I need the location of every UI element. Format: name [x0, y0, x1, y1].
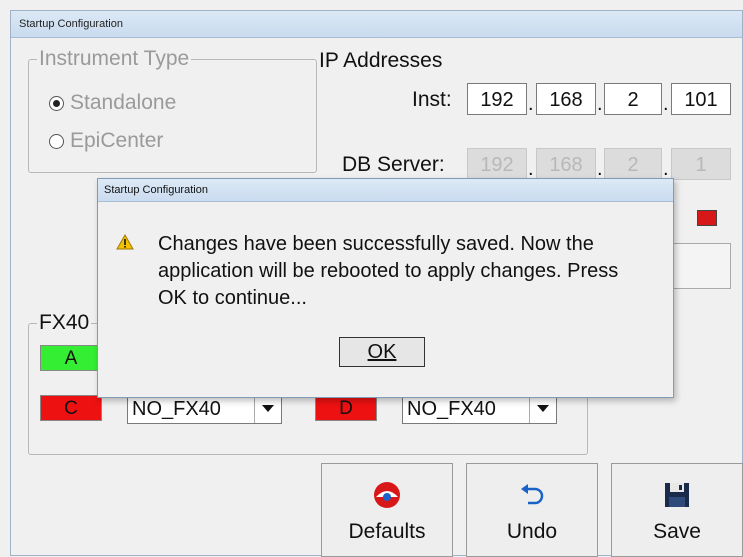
ip-dot: .	[528, 93, 534, 115]
floppy-disk-icon	[612, 480, 742, 510]
message-dialog: Startup Configuration Changes have been …	[97, 178, 674, 398]
fx40-slot-d-value: NO_FX40	[407, 398, 496, 420]
ip-addresses-legend: IP Addresses	[319, 49, 443, 72]
defaults-label: Defaults	[348, 520, 426, 543]
db-ip-octet-3: 2	[604, 148, 662, 180]
warning-icon	[116, 233, 134, 255]
inst-label: Inst:	[412, 88, 452, 111]
radio-standalone-dot[interactable]	[49, 95, 64, 111]
ok-label: OK	[367, 341, 397, 363]
undo-label: Undo	[506, 520, 558, 543]
fx40-slot-c-select[interactable]: NO_FX40	[127, 394, 282, 424]
undo-icon	[467, 480, 597, 510]
ip-dot: .	[597, 93, 603, 115]
ip-dot: .	[663, 93, 669, 115]
fx40-slot-a[interactable]: A	[40, 345, 102, 371]
chevron-down-icon[interactable]	[254, 395, 281, 423]
instrument-type-legend: Instrument Type	[37, 47, 192, 70]
db-ip-octet-4: 1	[671, 148, 731, 180]
radio-epicenter[interactable]: EpiCenter	[49, 129, 163, 153]
undo-button[interactable]: Undo	[466, 463, 598, 557]
radio-standalone[interactable]: Standalone	[49, 91, 176, 115]
db-ip-octet-2: 168	[536, 148, 596, 180]
fx40-slot-c[interactable]: C	[40, 395, 102, 421]
defaults-icon	[322, 480, 452, 510]
side-panel	[671, 243, 731, 289]
save-label: Save	[653, 520, 701, 543]
radio-epicenter-dot[interactable]	[49, 133, 64, 149]
inst-ip-octet-4[interactable]: 101	[671, 83, 731, 115]
save-button[interactable]: Save	[611, 463, 743, 557]
window-title: Startup Configuration	[11, 11, 742, 38]
db-server-label: DB Server:	[342, 153, 445, 176]
fx40-slot-d[interactable]: D	[315, 395, 377, 421]
status-indicator-icon	[697, 210, 717, 226]
fx40-legend: FX40	[37, 311, 92, 334]
dialog-title: Startup Configuration	[98, 179, 673, 202]
defaults-button[interactable]: Defaults	[321, 463, 453, 557]
ok-button[interactable]: OK	[339, 337, 425, 367]
chevron-down-icon[interactable]	[529, 395, 556, 423]
dialog-message: Changes have been successfully saved. No…	[158, 233, 619, 309]
fx40-slot-c-value: NO_FX40	[132, 398, 221, 420]
inst-ip-octet-1[interactable]: 192	[467, 83, 527, 115]
db-ip-octet-1: 192	[467, 148, 527, 180]
radio-epicenter-label: EpiCenter	[70, 129, 164, 152]
fx40-slot-d-select[interactable]: NO_FX40	[402, 394, 557, 424]
inst-ip-octet-3[interactable]: 2	[604, 83, 662, 115]
inst-ip-octet-2[interactable]: 168	[536, 83, 596, 115]
radio-standalone-label: Standalone	[70, 91, 177, 114]
instrument-type-group: Instrument Type	[28, 48, 317, 173]
